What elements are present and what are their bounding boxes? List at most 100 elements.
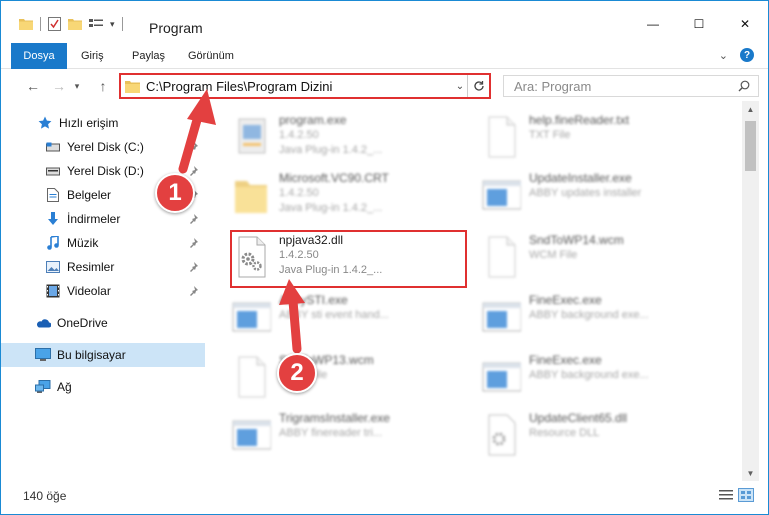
sidebar-item-label: Bu bilgisayar: [57, 348, 126, 362]
file-item-sndtowp13[interactable]: SndToWP13.wcm WCM File: [215, 349, 465, 407]
sidebar-item-onedrive[interactable]: OneDrive: [1, 311, 205, 335]
music-icon: [45, 235, 61, 251]
drive-icon: [45, 139, 61, 155]
sidebar-item-label: OneDrive: [57, 316, 108, 330]
file-name: AbbySTI.exe: [279, 293, 348, 307]
close-button[interactable]: ✕: [722, 11, 768, 37]
pictures-icon: [45, 259, 61, 275]
sidebar-item-label: Müzik: [67, 236, 99, 250]
window-controls: — ☐ ✕: [630, 11, 768, 37]
documents-icon: [45, 187, 61, 203]
folder-icon[interactable]: [19, 18, 33, 30]
pin-icon[interactable]: [189, 285, 199, 299]
file-item-updateinstaller[interactable]: UpdateInstaller.exe ABBY updates install…: [465, 167, 715, 225]
file-item-vc90-crt[interactable]: Microsoft.VC90.CRT 1.4.2.50 Java Plug-in…: [215, 167, 465, 225]
file-description: ABBY background exe...: [529, 309, 649, 321]
large-icons-view-icon[interactable]: [738, 488, 754, 502]
sidebar-item-pictures[interactable]: Resimler: [1, 255, 205, 279]
scroll-up-arrow-icon[interactable]: ▲: [742, 101, 759, 117]
chevron-down-icon[interactable]: ▾: [110, 19, 115, 30]
chevron-down-icon[interactable]: ⌄: [453, 81, 467, 92]
file-name: SndToWP14.wcm: [529, 233, 624, 247]
file-name: FineExec.exe: [529, 293, 602, 307]
view-toggle: [718, 488, 754, 502]
sidebar-item-network[interactable]: Ağ: [1, 375, 205, 399]
folder-icon: [125, 80, 140, 93]
blank-file-icon: [238, 356, 266, 398]
file-item-program-exe[interactable]: program.exe 1.4.2.50 Java Plug-in 1.4.2_…: [215, 109, 465, 167]
file-description: Java Plug-in 1.4.2_...: [279, 202, 383, 214]
sidebar-item-this-pc[interactable]: Bu bilgisayar: [1, 343, 205, 367]
application-icon: [238, 118, 266, 154]
scroll-down-arrow-icon[interactable]: ▼: [742, 465, 759, 481]
search-icon[interactable]: [738, 80, 750, 92]
details-view-icon[interactable]: [718, 488, 734, 502]
application-window-icon: [482, 362, 521, 392]
expand-ribbon-chevron-icon[interactable]: ⌄: [719, 49, 728, 62]
application-window-icon: [482, 302, 521, 332]
recent-locations-button[interactable]: ▾: [71, 76, 83, 96]
step-1-badge: 1: [155, 173, 195, 213]
pin-icon[interactable]: [189, 165, 199, 179]
file-description: ABBY finereader tri...: [279, 427, 383, 439]
pin-icon[interactable]: [189, 213, 199, 227]
refresh-button[interactable]: [467, 75, 489, 97]
sidebar-item-videos[interactable]: Videolar: [1, 279, 205, 303]
help-icon[interactable]: ?: [740, 48, 754, 62]
pin-icon[interactable]: [189, 141, 199, 155]
tab-home[interactable]: Giriş: [81, 43, 104, 69]
file-version: 1.4.2.50: [279, 129, 319, 141]
properties-icon[interactable]: [48, 17, 61, 31]
application-window-icon: [232, 302, 271, 332]
file-item-fineexec-1[interactable]: FineExec.exe ABBY background exe...: [465, 289, 715, 347]
file-item-fineexec-2[interactable]: FineExec.exe ABBY background exe...: [465, 349, 715, 407]
scrollbar-thumb[interactable]: [745, 121, 756, 171]
file-description: ABBY background exe...: [529, 369, 649, 381]
folder-icon: [235, 181, 267, 213]
sidebar-item-label: Belgeler: [67, 188, 112, 202]
sidebar-item-quick-access[interactable]: Hızlı erişim: [1, 111, 205, 135]
file-item-help-txt[interactable]: help.fineReader.txt TXT File: [465, 109, 715, 167]
refresh-icon: [473, 81, 484, 91]
address-bar[interactable]: C:\Program Files\Program Dizini ⌄: [119, 73, 491, 99]
file-name: program.exe: [279, 113, 347, 127]
tab-file[interactable]: Dosya: [11, 43, 67, 69]
view-options-icon[interactable]: [89, 18, 103, 30]
file-item-sndtowp14[interactable]: SndToWP14.wcm WCM File: [465, 229, 715, 287]
file-item-abbysti[interactable]: AbbySTI.exe ABBY sti event hand...: [215, 289, 465, 347]
tab-share[interactable]: Paylaş: [132, 43, 165, 69]
file-version: 1.4.2.50: [279, 187, 319, 199]
file-item-updateclient65[interactable]: UpdateClient65.dll Resource DLL: [465, 407, 715, 465]
sidebar-item-label: İndirmeler: [67, 212, 121, 226]
address-path: C:\Program Files\Program Dizini: [146, 78, 333, 94]
file-item-trigramsinstaller[interactable]: TrigramsInstaller.exe ABBY finereader tr…: [215, 407, 465, 465]
search-box[interactable]: Ara: Program: [503, 75, 759, 97]
file-name: Microsoft.VC90.CRT: [279, 171, 389, 185]
video-icon: [45, 283, 61, 299]
sidebar-item-music[interactable]: Müzik: [1, 231, 205, 255]
new-folder-icon[interactable]: [68, 18, 82, 30]
minimize-button[interactable]: —: [630, 11, 676, 37]
sidebar-item-label: Videolar: [67, 284, 111, 298]
title-bar: ▾ Program — ☐ ✕: [1, 1, 768, 41]
status-bar: 140 öğe: [1, 485, 768, 507]
forward-button[interactable]: →: [49, 76, 69, 96]
pin-icon[interactable]: [189, 237, 199, 251]
back-button[interactable]: ←: [23, 76, 43, 96]
file-name: FineExec.exe: [529, 353, 602, 367]
ribbon-tabs: Dosya Giriş Paylaş Görünüm ⌄ ?: [1, 43, 768, 69]
file-name: UpdateInstaller.exe: [529, 171, 632, 185]
drive-icon: [45, 163, 61, 179]
window-title: Program: [149, 20, 203, 36]
vertical-scrollbar[interactable]: ▲ ▼: [742, 101, 759, 481]
navigation-pane: Hızlı erişim Yerel Disk (C:) Yerel Disk …: [1, 109, 205, 481]
separator: [40, 17, 41, 31]
file-type: TXT File: [529, 129, 571, 141]
search-placeholder: Ara: Program: [514, 78, 592, 94]
pin-icon[interactable]: [189, 261, 199, 275]
tab-view[interactable]: Görünüm: [188, 43, 234, 69]
sidebar-item-local-disk-c[interactable]: Yerel Disk (C:): [1, 135, 205, 159]
up-button[interactable]: ↑: [93, 76, 113, 96]
file-description: ABBY sti event hand...: [279, 309, 389, 321]
maximize-button[interactable]: ☐: [676, 11, 722, 37]
